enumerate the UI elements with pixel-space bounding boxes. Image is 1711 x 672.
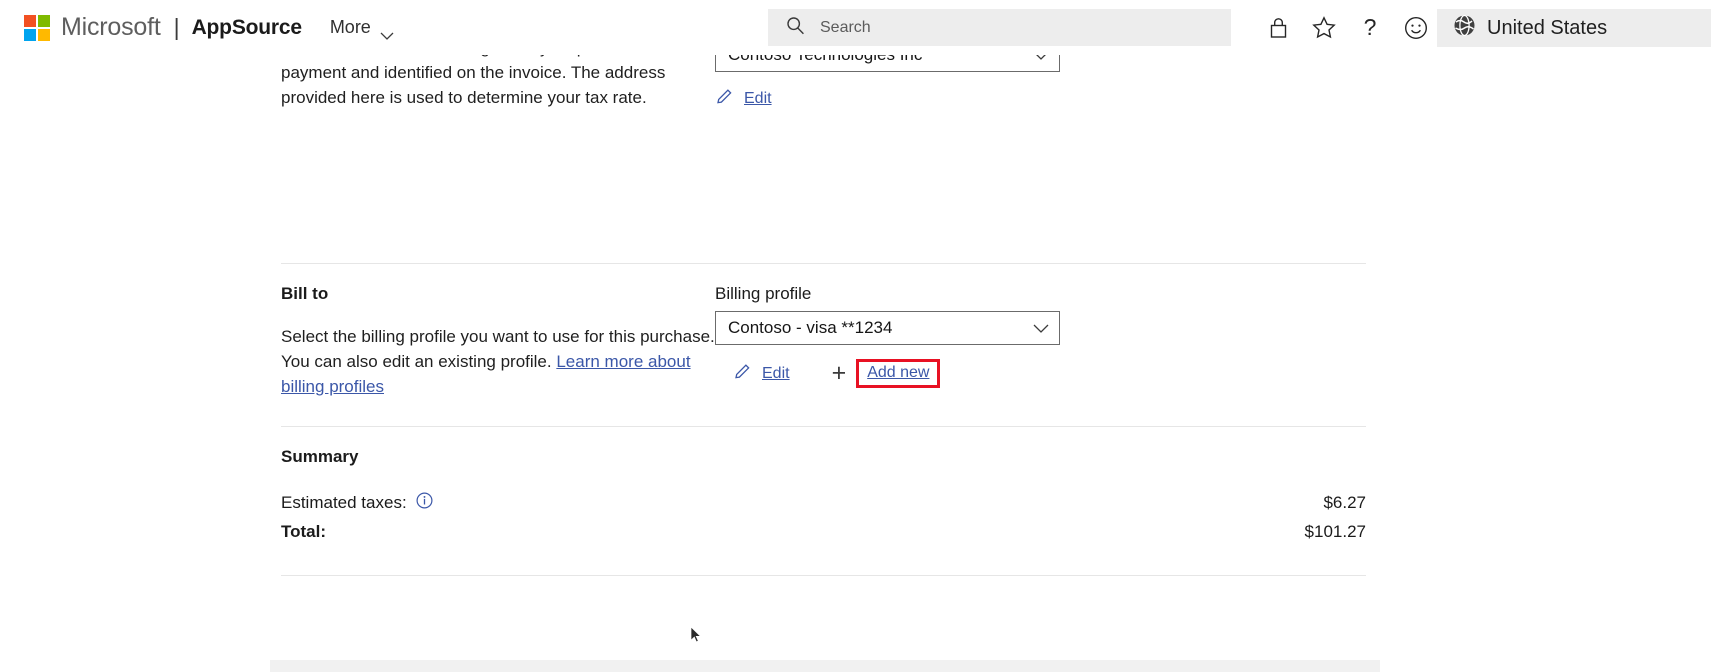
billing-profile-add-new-label: Add new xyxy=(867,364,930,381)
header-icon-group: ? xyxy=(1255,0,1439,55)
globe-icon xyxy=(1453,14,1476,42)
billing-profile-edit-label: Edit xyxy=(762,364,790,382)
microsoft-wordmark: Microsoft xyxy=(61,13,161,41)
summary-section: Summary Estimated taxes: $6.27 Total: $1… xyxy=(281,447,1366,542)
bill-to-title: Bill to xyxy=(281,284,329,303)
microsoft-logo-icon xyxy=(24,14,50,41)
footer-bar xyxy=(270,660,1380,672)
divider-above-summary xyxy=(281,426,1366,427)
bill-to-left-column: Bill to Select the billing profile you w… xyxy=(281,284,715,400)
help-icon[interactable]: ? xyxy=(1347,0,1393,55)
sell-to-edit-button[interactable]: Edit xyxy=(715,87,1060,111)
billing-profile-edit-button[interactable]: Edit xyxy=(733,362,790,386)
estimated-taxes-label: Estimated taxes: xyxy=(281,493,407,512)
region-label: United States xyxy=(1487,16,1608,39)
summary-title: Summary xyxy=(281,447,359,466)
sell-to-edit-label: Edit xyxy=(744,90,772,107)
star-icon[interactable] xyxy=(1301,0,1347,55)
more-menu-label: More xyxy=(329,17,371,37)
billing-profile-actions: Edit + Add new xyxy=(715,359,1366,388)
billing-profile-label: Billing profile xyxy=(715,284,812,303)
mouse-cursor xyxy=(690,626,702,644)
region-selector[interactable]: United States xyxy=(1437,9,1711,47)
divider-above-bill-to xyxy=(281,263,1366,264)
divider-below-summary xyxy=(281,575,1366,576)
add-new-highlight-box: Add new xyxy=(856,359,941,388)
pencil-icon xyxy=(733,362,752,386)
bill-to-right-column: Billing profile Contoso - visa **1234 Ed… xyxy=(715,284,1366,400)
more-menu-button[interactable]: More xyxy=(329,17,394,40)
summary-row-estimated-taxes: Estimated taxes: $6.27 xyxy=(281,492,1366,514)
lock-icon[interactable] xyxy=(1255,0,1301,55)
search-input[interactable]: Search xyxy=(768,9,1231,46)
brand-separator: | xyxy=(173,14,180,40)
billing-profile-add-new-button[interactable]: + Add new xyxy=(832,359,941,388)
page-body: Enter the address of the legal entity re… xyxy=(0,38,1711,672)
appsource-wordmark[interactable]: AppSource xyxy=(192,16,302,40)
app-header: Microsoft | AppSource More Search ? Unit… xyxy=(0,0,1711,55)
search-icon xyxy=(786,16,805,40)
total-value: $101.27 xyxy=(1304,522,1366,541)
plus-icon: + xyxy=(831,359,847,387)
bill-to-section: Bill to Select the billing profile you w… xyxy=(281,284,1366,400)
estimated-taxes-value: $6.27 xyxy=(1323,493,1366,512)
billing-profile-combo[interactable]: Contoso - visa **1234 xyxy=(715,311,1060,345)
chevron-down-icon xyxy=(380,24,394,40)
pencil-icon xyxy=(715,87,734,111)
info-icon[interactable] xyxy=(416,492,433,514)
billing-profile-value: Contoso - visa **1234 xyxy=(728,318,893,337)
smiley-icon[interactable] xyxy=(1393,0,1439,55)
chevron-down-icon xyxy=(1033,318,1049,338)
microsoft-brand[interactable]: Microsoft | AppSource xyxy=(24,0,302,55)
total-label: Total: xyxy=(281,522,327,541)
summary-row-total: Total: $101.27 xyxy=(281,522,1366,542)
bill-to-description: Select the billing profile you want to u… xyxy=(281,325,715,400)
search-placeholder-text: Search xyxy=(820,18,871,36)
